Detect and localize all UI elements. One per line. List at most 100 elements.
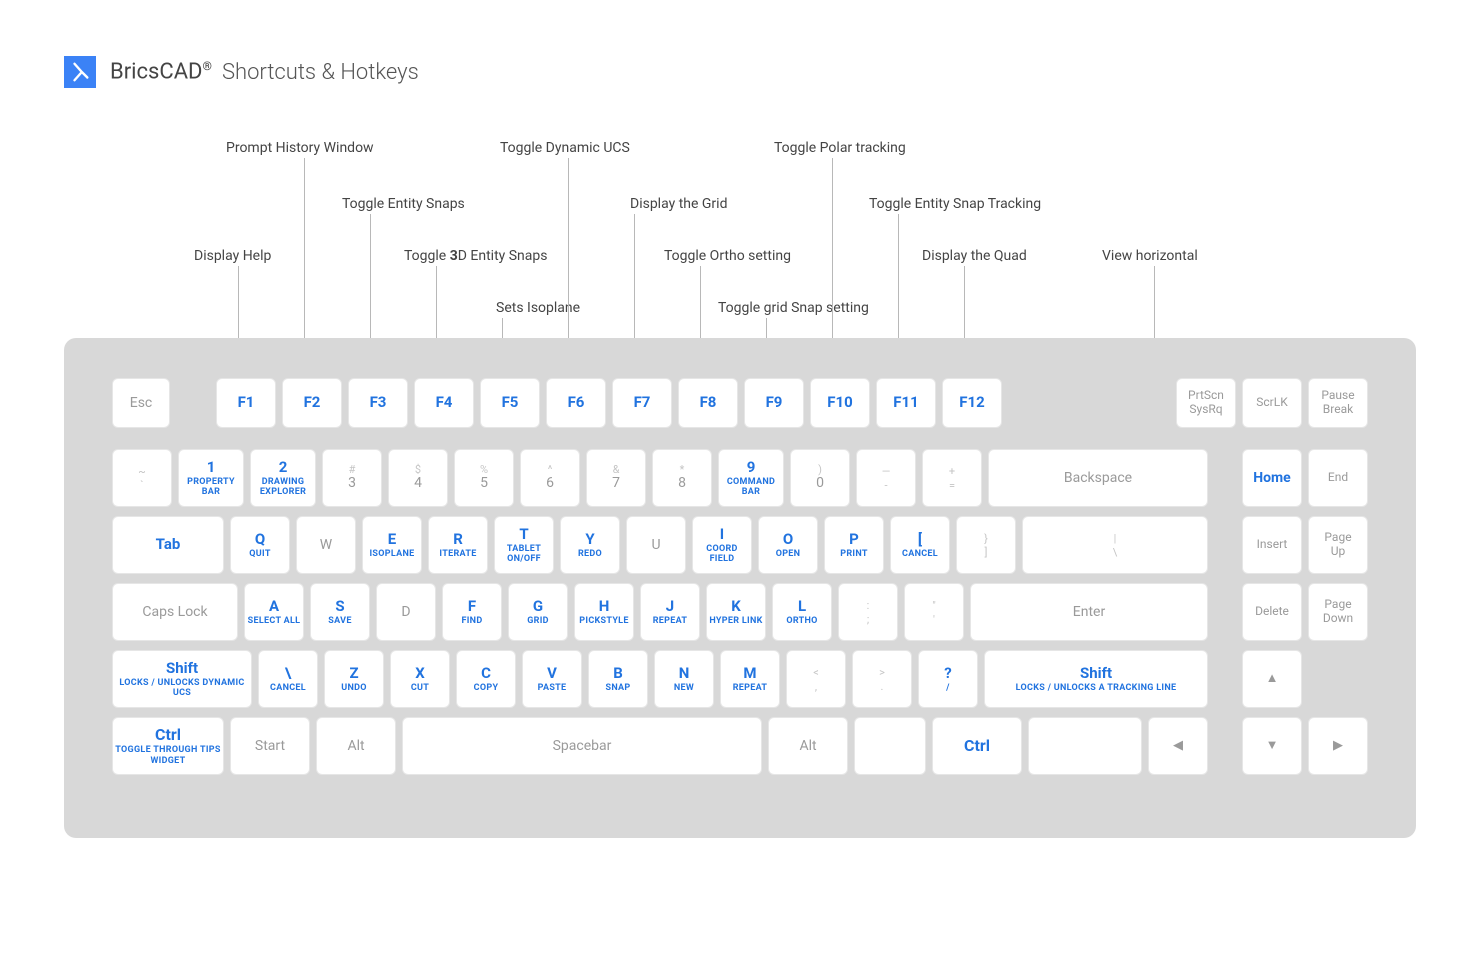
key-d: D (376, 583, 436, 641)
key-prtscn: PrtScnSysRq (1176, 378, 1236, 428)
key-4: $4 (388, 449, 448, 507)
key-t: TTABLET ON/OFF (494, 516, 554, 574)
key-e: EISOPLANE (362, 516, 422, 574)
callout-f8: Toggle Ortho setting (664, 248, 791, 264)
key-u: U (626, 516, 686, 574)
key-o: OOPEN (758, 516, 818, 574)
key-delete: Delete (1242, 583, 1302, 641)
callout-f4: Toggle 3D Entity Snaps (404, 248, 548, 264)
callout-f3: Toggle Entity Snaps (342, 196, 465, 212)
key-n: NNEW (654, 650, 714, 708)
callout-f11: Toggle Entity Snap Tracking (869, 196, 1041, 212)
key-1: 1PROPERTY BAR (178, 449, 244, 507)
row-qwerty: Tab QQUIT W EISOPLANE RITERATE TTABLET O… (112, 516, 1368, 574)
key-h: HPICKSTYLE (574, 583, 634, 641)
callout-home: View horizontal (1102, 248, 1198, 264)
key-blank (1028, 717, 1142, 775)
key-f11: F11 (876, 378, 936, 428)
key-c: CCOPY (456, 650, 516, 708)
key-z: ZUNDO (324, 650, 384, 708)
key-3: #3 (322, 449, 382, 507)
key-a: ASELECT ALL (244, 583, 304, 641)
key-equals: += (922, 449, 982, 507)
key-home: Home (1242, 449, 1302, 507)
key-enter: Enter (970, 583, 1208, 641)
callout-f12: Display the Quad (922, 248, 1027, 264)
key-f6: F6 (546, 378, 606, 428)
row-zxcv: ShiftLOCKS / UNLOCKS DYNAMIC UCS \CANCEL… (112, 650, 1368, 708)
key-rbracket: }] (956, 516, 1016, 574)
key-lalt: Alt (316, 717, 396, 775)
key-end: End (1308, 449, 1368, 507)
key-slash: ?/ (918, 650, 978, 708)
key-8: *8 (652, 449, 712, 507)
key-0: )0 (790, 449, 850, 507)
key-f1: F1 (216, 378, 276, 428)
key-menu (854, 717, 926, 775)
row-ctrl: CtrlTOGGLE THROUGH TIPS WIDGET Start Alt… (112, 717, 1368, 775)
key-w: W (296, 516, 356, 574)
key-s: SSAVE (310, 583, 370, 641)
key-j: JREPEAT (640, 583, 700, 641)
key-f12: F12 (942, 378, 1002, 428)
key-period: >. (852, 650, 912, 708)
key-tab: Tab (112, 516, 224, 574)
key-arrow-left: ◀ (1148, 717, 1208, 775)
key-m: MREPEAT (720, 650, 780, 708)
key-spacebar: Spacebar (402, 717, 762, 775)
row-asdf: Caps Lock ASELECT ALL SSAVE D FFIND GGRI… (112, 583, 1368, 641)
keyboard-diagram: Esc F1 F2 F3 F4 F5 F6 F7 F8 F9 F10 F11 F… (64, 338, 1416, 838)
key-f9: F9 (744, 378, 804, 428)
key-5: %5 (454, 449, 514, 507)
key-semicolon: :; (838, 583, 898, 641)
key-f4: F4 (414, 378, 474, 428)
key-x: XCUT (390, 650, 450, 708)
callout-f10: Toggle Polar tracking (774, 140, 906, 156)
key-esc: Esc (112, 378, 170, 428)
key-backslash2: \CANCEL (258, 650, 318, 708)
key-start: Start (230, 717, 310, 775)
key-7: &7 (586, 449, 646, 507)
key-arrow-up: ▲ (1242, 650, 1302, 708)
brand-name: BricsCAD® (110, 59, 212, 84)
row-function: Esc F1 F2 F3 F4 F5 F6 F7 F8 F9 F10 F11 F… (112, 378, 1368, 428)
callout-f9: Toggle grid Snap setting (718, 300, 869, 316)
key-rshift: ShiftLOCKS / UNLOCKS A TRACKING LINE (984, 650, 1208, 708)
key-i: ICOORD FIELD (692, 516, 752, 574)
key-f5: F5 (480, 378, 540, 428)
callout-f1: Display Help (194, 248, 271, 264)
key-f7: F7 (612, 378, 672, 428)
key-f8: F8 (678, 378, 738, 428)
callout-f7: Display the Grid (630, 196, 727, 212)
key-rctrl: Ctrl (932, 717, 1022, 775)
key-v: VPASTE (522, 650, 582, 708)
key-f2: F2 (282, 378, 342, 428)
key-f10: F10 (810, 378, 870, 428)
brand-logo-icon (64, 56, 96, 88)
key-pageup: PageUp (1308, 516, 1368, 574)
key-f3: F3 (348, 378, 408, 428)
key-pagedown: PageDown (1308, 583, 1368, 641)
key-tilde: ~` (112, 449, 172, 507)
key-2: 2DRAWING EXPLORER (250, 449, 316, 507)
key-y: YREDO (560, 516, 620, 574)
key-f: FFIND (442, 583, 502, 641)
key-6: ^6 (520, 449, 580, 507)
key-arrow-down: ▼ (1242, 717, 1302, 775)
key-ralt: Alt (768, 717, 848, 775)
key-scrlk: ScrLK (1242, 378, 1302, 428)
row-numbers: ~` 1PROPERTY BAR 2DRAWING EXPLORER #3 $4… (112, 449, 1368, 507)
callout-f6: Toggle Dynamic UCS (500, 140, 630, 156)
key-r: RITERATE (428, 516, 488, 574)
callout-f2: Prompt History Window (226, 140, 374, 156)
key-capslock: Caps Lock (112, 583, 238, 641)
key-lctrl: CtrlTOGGLE THROUGH TIPS WIDGET (112, 717, 224, 775)
key-q: QQUIT (230, 516, 290, 574)
key-b: BSNAP (588, 650, 648, 708)
key-9: 9COMMAND BAR (718, 449, 784, 507)
key-arrow-right: ▶ (1308, 717, 1368, 775)
key-l: LORTHO (772, 583, 832, 641)
page-subtitle: Shortcuts & Hotkeys (222, 60, 419, 85)
key-lshift: ShiftLOCKS / UNLOCKS DYNAMIC UCS (112, 650, 252, 708)
key-minus: —- (856, 449, 916, 507)
